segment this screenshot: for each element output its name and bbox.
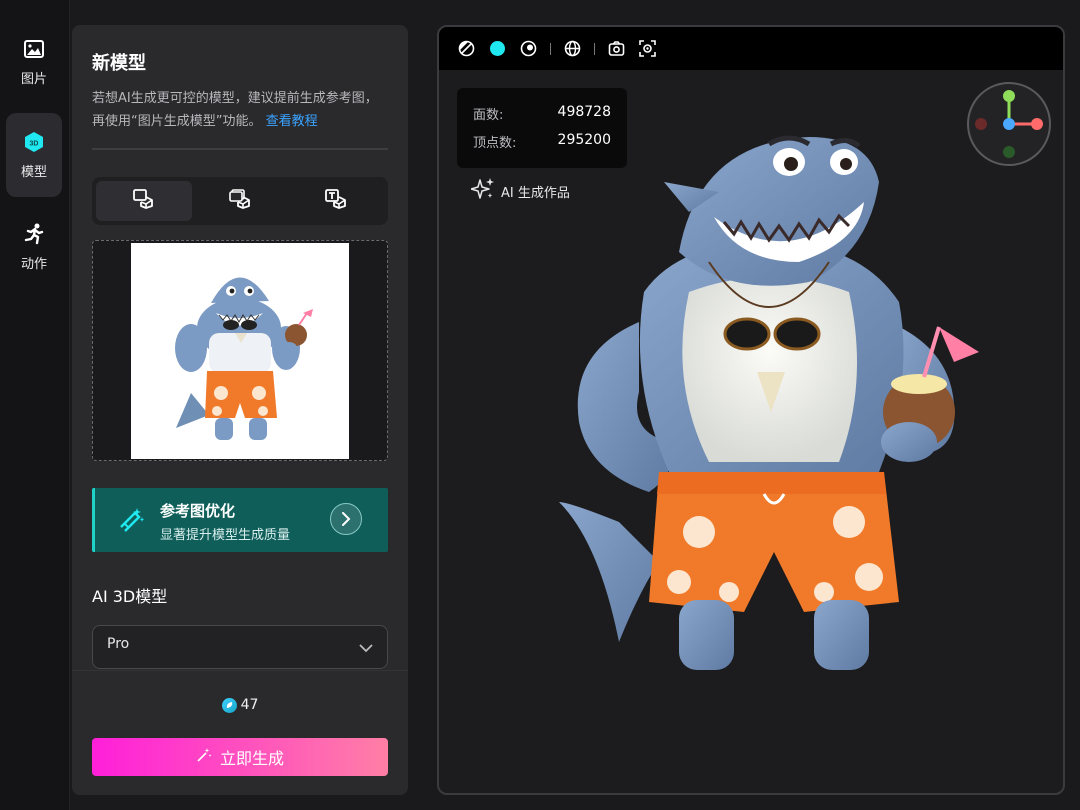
multi-image-to-3d-icon <box>229 189 251 213</box>
chevron-down-icon <box>359 638 373 657</box>
reference-image-optimize-banner[interactable]: 参考图优化 显著提升模型生成质量 <box>92 488 388 552</box>
mode-image-to-3d[interactable] <box>96 181 192 221</box>
credit-balance: 47 <box>72 697 408 713</box>
ai-generated-tag: AI 生成作品 <box>470 177 570 205</box>
description-text: 若想AI生成更可控的模型，建议提前生成参考图，再使用“图片生成模型”功能。 <box>92 91 378 129</box>
chevron-right-icon[interactable] <box>330 503 362 535</box>
mode-text-to-3d[interactable] <box>288 181 384 221</box>
credit-count: 47 <box>240 697 259 713</box>
svg-text:3D: 3D <box>30 140 39 147</box>
reference-image-upload[interactable] <box>92 240 388 461</box>
focus-icon[interactable] <box>638 39 657 58</box>
model-version-value: Pro <box>107 636 130 652</box>
toolbar-separator <box>594 42 595 55</box>
screenshot-icon[interactable] <box>607 39 626 58</box>
wireframe-icon[interactable] <box>457 39 476 58</box>
model-version-select[interactable]: Pro <box>92 625 388 669</box>
text-to-3d-icon <box>325 189 347 213</box>
axis-gizmo[interactable] <box>967 82 1051 166</box>
panel-title: 新模型 <box>92 53 146 74</box>
left-nav-rail: 图片 3D 模型 动作 <box>0 0 70 810</box>
vertices-label: 顶点数: <box>473 136 517 151</box>
solid-color-icon[interactable] <box>488 39 507 58</box>
toolbar-separator <box>550 42 551 55</box>
credit-coin-icon <box>221 697 237 713</box>
nav-item-model[interactable]: 3D 模型 <box>6 113 62 197</box>
optimize-subtitle: 显著提升模型生成质量 <box>160 528 291 543</box>
magic-wand-icon <box>117 506 145 534</box>
nav-item-label: 模型 <box>20 164 47 180</box>
globe-icon[interactable] <box>563 39 582 58</box>
faces-value: 498728 <box>557 104 611 120</box>
image-icon <box>23 38 45 60</box>
running-person-icon <box>23 223 45 245</box>
faces-label: 面数: <box>473 108 504 123</box>
generate-button[interactable]: 立即生成 <box>92 738 388 776</box>
nav-item-motion[interactable]: 动作 <box>6 205 62 289</box>
image-to-3d-icon <box>133 189 155 213</box>
tutorial-link[interactable]: 查看教程 <box>266 114 318 129</box>
matcap-icon[interactable] <box>519 39 538 58</box>
viewport-toolbar <box>439 27 1063 70</box>
optimize-title: 参考图优化 <box>160 502 236 520</box>
nav-item-label: 动作 <box>20 256 47 272</box>
nav-item-image[interactable]: 图片 <box>6 20 62 104</box>
generation-panel: 新模型 若想AI生成更可控的模型，建议提前生成参考图，再使用“图片生成模型”功能… <box>72 25 408 795</box>
generate-label: 立即生成 <box>219 749 284 768</box>
magic-wand-icon <box>196 747 212 767</box>
3d-cube-icon: 3D <box>23 131 45 153</box>
nav-item-label: 图片 <box>20 71 47 87</box>
panel-footer: 47 立即生成 <box>72 670 408 795</box>
3d-viewport[interactable]: 面数: 498728 顶点数: 295200 AI 生成作品 <box>437 25 1065 795</box>
reference-image-preview <box>131 243 349 459</box>
model-section-label: AI 3D模型 <box>92 587 168 606</box>
mode-switcher <box>92 177 388 225</box>
divider <box>92 148 388 150</box>
mode-multi-image-to-3d[interactable] <box>192 181 288 221</box>
panel-description: 若想AI生成更可控的模型，建议提前生成参考图，再使用“图片生成模型”功能。 查看… <box>92 87 388 133</box>
shark-3d-model <box>559 122 979 682</box>
sparkle-icon <box>470 177 495 205</box>
